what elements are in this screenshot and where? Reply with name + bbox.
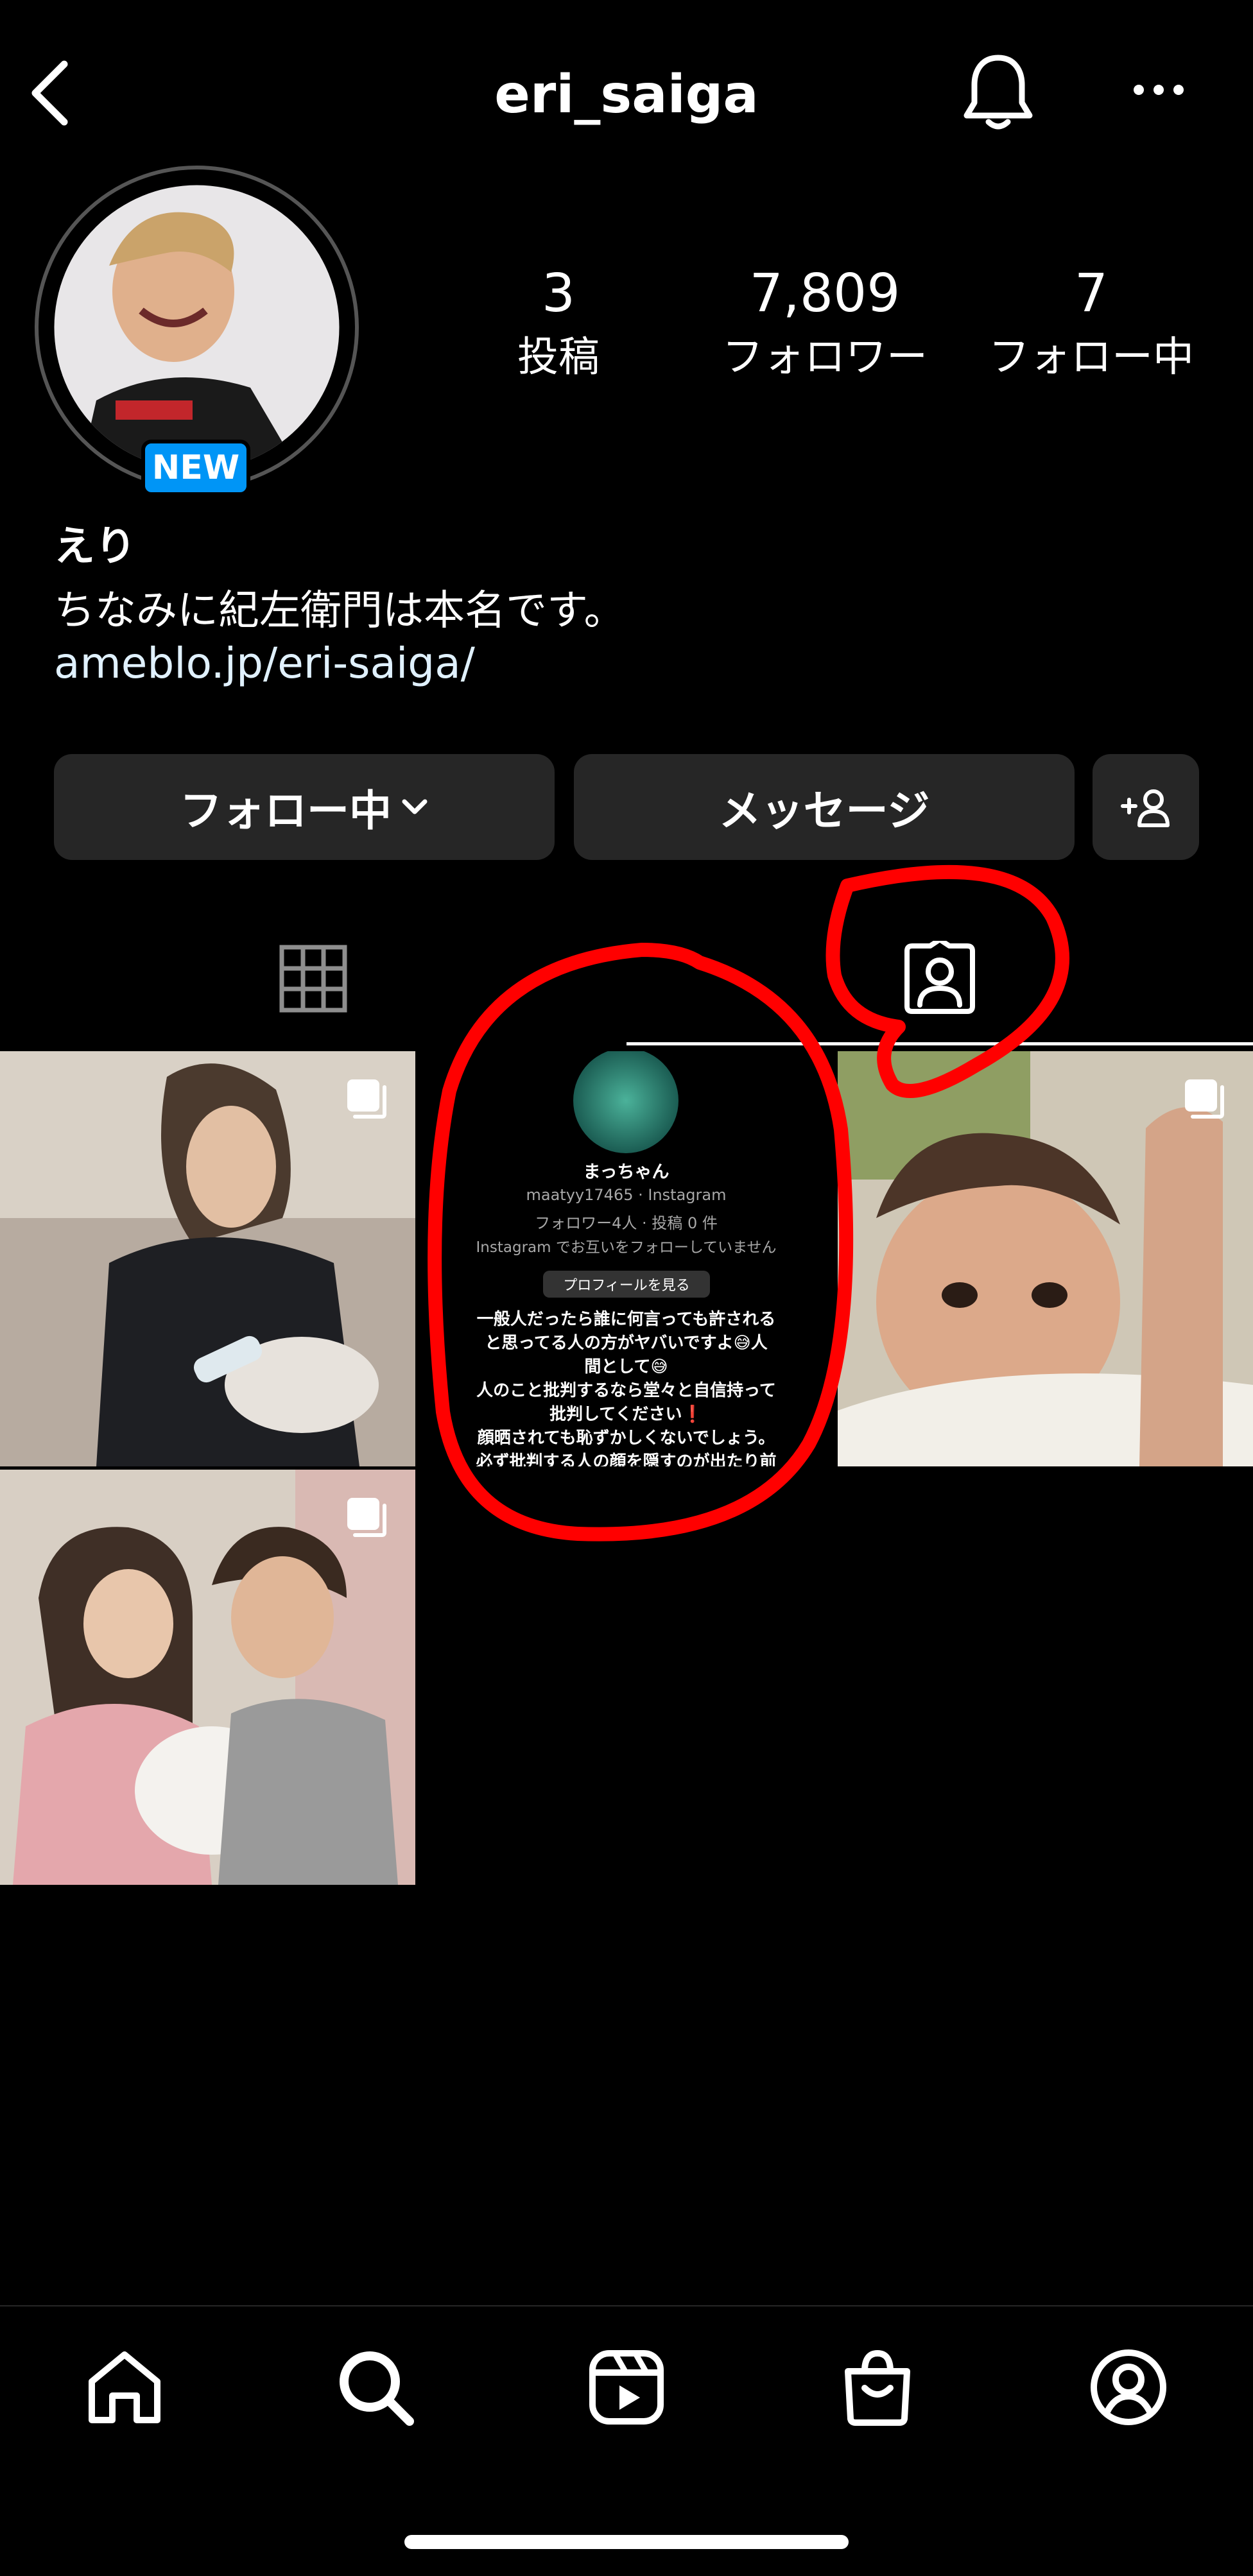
tagged-meta: フォロワー4人 · 投稿 0 件 — [535, 1214, 718, 1232]
bell-icon — [964, 55, 1033, 130]
view-profile-chip: プロフィールを見る — [543, 1271, 710, 1298]
more-horizontal-icon — [1134, 85, 1184, 95]
notifications-button[interactable] — [960, 51, 1036, 132]
tagged-person-icon — [904, 941, 975, 1014]
chevron-down-icon — [402, 799, 428, 814]
tagged-caption: 一般人だったら誰に何言っても許される と思ってる人の方がヤバいですよ😅人 間とし… — [419, 1308, 834, 1466]
nav-home[interactable] — [80, 2342, 169, 2432]
nav-profile[interactable] — [1084, 2342, 1173, 2432]
stat-followers-label: フォロワー — [722, 334, 928, 381]
multiple-posts-icon — [347, 1498, 386, 1537]
tagged-mutual: Instagram でお互いをフォローしていません — [476, 1239, 777, 1256]
following-button-label: フォロー中 — [180, 786, 392, 836]
caption-line: 間として😅 — [584, 1357, 668, 1377]
bio-text: ちなみに紀左衛門は本名です。 — [54, 587, 625, 635]
search-icon — [340, 2351, 414, 2426]
stat-following-label: フォロー中 — [989, 334, 1194, 381]
post-tile-3[interactable] — [838, 1051, 1253, 1466]
post-tile-1[interactable] — [0, 1051, 415, 1466]
new-badge: NEW — [141, 440, 250, 496]
tab-grid[interactable] — [0, 911, 626, 1046]
stat-followers-value: 7,809 — [749, 263, 901, 324]
post-tile-2-tagged-screenshot[interactable]: まっちゃん maatyy17465 · Instagram フォロワー4人 · … — [419, 1051, 834, 1466]
caption-line: 必ず批判する人の顔を隠すのが出たり前 — [476, 1452, 777, 1466]
profile-icon — [1091, 2349, 1166, 2425]
post-tile-4[interactable] — [0, 1470, 415, 1885]
profile-username: eri_saiga — [494, 64, 759, 125]
tagged-name: まっちゃん — [583, 1162, 670, 1182]
message-button-label: メッセージ — [718, 786, 930, 836]
tagged-handle: maatyy17465 · Instagram — [526, 1186, 727, 1204]
tagged-profile-avatar — [573, 1051, 678, 1153]
multiple-posts-icon — [347, 1079, 386, 1119]
message-button[interactable]: メッセージ — [574, 754, 1075, 860]
bio-link[interactable]: ameblo.jp/eri-saiga/ — [54, 639, 475, 688]
stat-posts-value: 3 — [541, 263, 576, 324]
tab-tagged[interactable] — [626, 911, 1253, 1046]
nav-shop[interactable] — [833, 2342, 922, 2432]
bottom-nav-divider — [0, 2305, 1253, 2306]
add-person-button[interactable] — [1093, 754, 1199, 860]
reels-icon — [589, 2350, 664, 2425]
multiple-posts-icon — [1185, 1079, 1224, 1119]
grid-icon — [279, 945, 347, 1013]
caption-line: 人のこと批判するなら堂々と自信持って — [476, 1381, 776, 1400]
nav-search[interactable] — [331, 2342, 420, 2432]
caption-line: 顔晒されても恥ずかしくないでしょう。 — [477, 1429, 775, 1448]
stat-following[interactable]: 7 フォロー中 — [969, 263, 1213, 383]
shop-icon — [845, 2349, 910, 2426]
caption-line: と思ってる人の方がヤバいですよ😅人 — [485, 1334, 768, 1353]
nav-reels[interactable] — [582, 2342, 671, 2432]
avatar-photo — [54, 185, 340, 470]
caption-line: 一般人だったら誰に何言っても許される — [476, 1310, 776, 1329]
stat-followers[interactable]: 7,809 フォロワー — [700, 263, 950, 383]
home-icon — [89, 2351, 160, 2423]
stat-posts[interactable]: 3 投稿 — [475, 263, 642, 383]
following-button[interactable]: フォロー中 — [54, 754, 555, 860]
caption-line: 批判してください❗ — [549, 1405, 703, 1424]
more-options-button[interactable] — [1130, 77, 1188, 103]
stat-posts-label: 投稿 — [517, 334, 600, 381]
active-tab-indicator — [626, 1042, 1253, 1045]
display-name: えり — [54, 523, 136, 571]
add-person-icon — [1121, 789, 1170, 827]
stat-following-value: 7 — [1074, 263, 1109, 324]
home-indicator[interactable] — [404, 2535, 849, 2549]
